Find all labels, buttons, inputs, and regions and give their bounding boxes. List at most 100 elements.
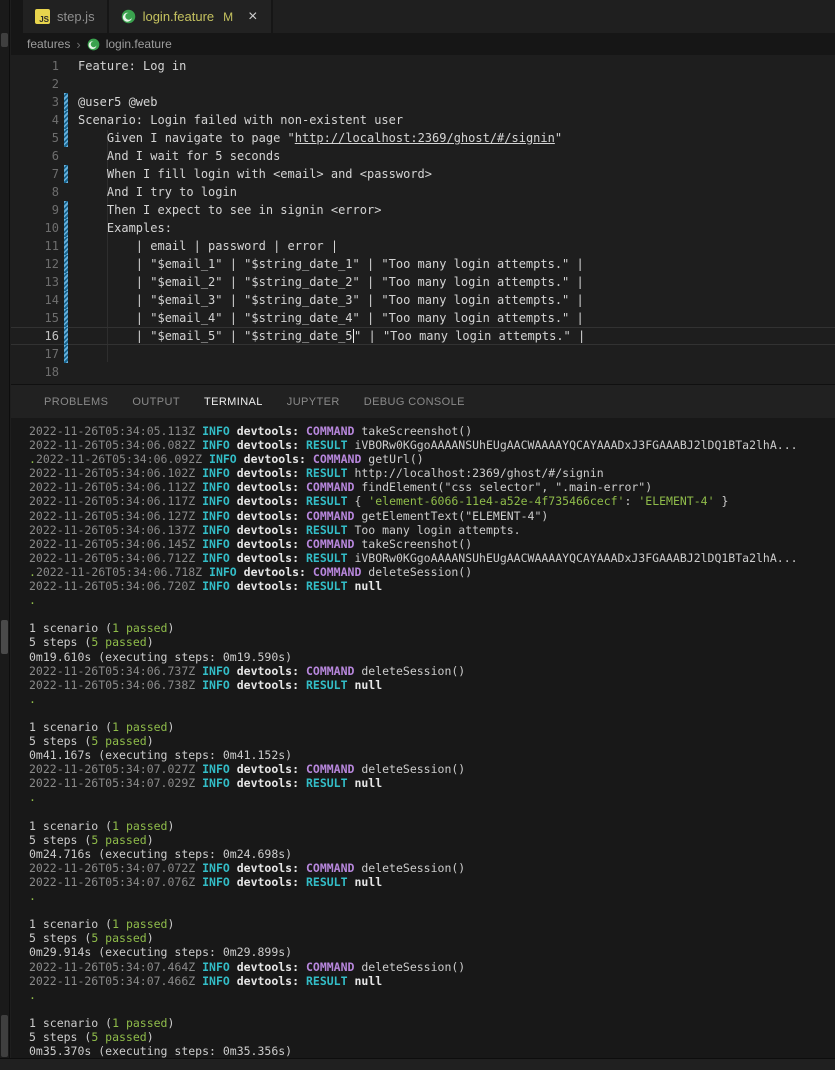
editor-line[interactable]: 4 Scenario: Login failed with non-existen…: [11, 111, 835, 129]
tab-label: login.feature: [142, 9, 215, 24]
editor-line[interactable]: 13 | "$email_2" | "$string_date_2" | "To…: [11, 273, 835, 291]
terminal-line: 1 scenario (1 passed): [29, 719, 175, 734]
editor-line[interactable]: 6 And I wait for 5 seconds: [11, 147, 835, 165]
terminal-rows: 2022-11-26T05:34:05.113Z INFO devtools: …: [29, 424, 835, 1058]
breadcrumb-folder[interactable]: features: [27, 37, 70, 51]
gutter-modified-indicator: [64, 201, 68, 219]
line-number: 2: [51, 77, 59, 91]
terminal-line: 5 steps (5 passed): [29, 734, 154, 749]
terminal-line: 0m19.610s (executing steps: 0m19.590s): [29, 649, 293, 664]
tab-login-feature[interactable]: login.feature M ×: [108, 0, 274, 33]
gutter-modified-indicator: [64, 309, 68, 327]
cucumber-icon: [121, 9, 135, 24]
line-number: 4: [51, 113, 59, 127]
code-text: And I try to login: [78, 185, 237, 199]
code-text: Scenario: Login failed with non-existent…: [78, 113, 404, 127]
gutter-modified-indicator: [64, 255, 68, 273]
panel-tab-strip: PROBLEMS OUTPUT TERMINAL JUPYTER DEBUG CONSO…: [11, 384, 835, 418]
code-text: And I wait for 5 seconds: [78, 149, 281, 163]
gutter-modified-indicator: [64, 327, 68, 345]
editor-line[interactable]: 1 Feature: Log in: [11, 57, 835, 75]
left-strip-block: [1, 33, 8, 47]
terminal-line: 2022-11-26T05:34:07.029Z INFO devtools: …: [29, 776, 383, 791]
editor-line[interactable]: 8 And I try to login: [11, 183, 835, 201]
terminal-line: 2022-11-26T05:34:06.082Z INFO devtools: …: [29, 438, 798, 453]
left-strip-scroll-thumb[interactable]: [1, 620, 8, 654]
tab-step-js[interactable]: JS step.js: [23, 0, 109, 33]
breadcrumb: features › login.feature: [11, 33, 835, 55]
panel-tab-debug-console[interactable]: DEBUG CONSOLE: [352, 385, 477, 418]
code-text: | "$email_5" | "$string_date_5 " | "Too m…: [78, 328, 586, 344]
editor-line[interactable]: 9 Then I expect to see in signin <error>: [11, 201, 835, 219]
code-text: | email | password | error |: [78, 239, 339, 253]
editor-lines: 1 Feature: Log in 2 3 @user5 @web 4 Scenario: …: [11, 57, 835, 381]
left-strip-scroll-thumb-2[interactable]: [1, 1015, 8, 1057]
editor-line[interactable]: 16 | "$email_5" | "$string_date_5 " | "To…: [11, 327, 835, 345]
panel-tab-problems[interactable]: PROBLEMS: [32, 385, 120, 418]
gutter-modified-indicator: [64, 57, 68, 75]
editor-line[interactable]: 17: [11, 345, 835, 363]
tab-label: step.js: [57, 9, 95, 24]
gutter-modified-indicator: [64, 363, 68, 381]
gutter-modified-indicator: [64, 129, 68, 147]
gutter-modified-indicator: [64, 93, 68, 111]
line-number: 13: [44, 275, 59, 289]
terminal-line: .: [29, 889, 36, 904]
terminal-line: 2022-11-26T05:34:07.027Z INFO devtools: …: [29, 762, 466, 777]
terminal-line: 2022-11-26T05:34:06.117Z INFO devtools: …: [29, 494, 729, 509]
code-text: Given I navigate to page "http://localho…: [78, 131, 563, 145]
tab-bar-lead-gap: [11, 0, 23, 33]
bottom-window-strip: [0, 1058, 835, 1070]
line-number: 3: [51, 95, 59, 109]
code-editor[interactable]: 1 Feature: Log in 2 3 @user5 @web 4 Scenario: …: [11, 55, 835, 384]
close-icon[interactable]: ×: [246, 8, 259, 25]
editor-line[interactable]: 12 | "$email_1" | "$string_date_1" | "To…: [11, 255, 835, 273]
code-text: | "$email_2" | "$string_date_2" | "Too m…: [78, 275, 584, 289]
gutter-modified-indicator: [64, 111, 68, 129]
code-text: @user5 @web: [78, 95, 158, 109]
terminal-line: 2022-11-26T05:34:07.466Z INFO devtools: …: [29, 973, 383, 988]
gutter-modified-indicator: [64, 345, 68, 363]
code-text: | "$email_3" | "$string_date_3" | "Too m…: [78, 293, 584, 307]
breadcrumb-file[interactable]: login.feature: [106, 37, 172, 51]
panel-tab-jupyter[interactable]: JUPYTER: [275, 385, 352, 418]
terminal-line: .: [29, 593, 36, 608]
line-number: 5: [51, 131, 59, 145]
terminal-line: 0m35.370s (executing steps: 0m35.356s): [29, 1044, 293, 1059]
panel-tab-output[interactable]: OUTPUT: [120, 385, 192, 418]
line-number: 16: [44, 329, 59, 343]
terminal-line: 2022-11-26T05:34:06.127Z INFO devtools: …: [29, 508, 549, 523]
terminal-output[interactable]: 2022-11-26T05:34:05.113Z INFO devtools: …: [11, 418, 835, 1058]
editor-tab-bar: JS step.js login.feature M ×: [11, 0, 835, 33]
terminal-line: 2022-11-26T05:34:06.112Z INFO devtools: …: [29, 480, 653, 495]
gutter-modified-indicator: [64, 273, 68, 291]
terminal-line: 0m41.167s (executing steps: 0m41.152s): [29, 748, 293, 763]
editor-line[interactable]: 11 | email | password | error |: [11, 237, 835, 255]
panel-tab-terminal[interactable]: TERMINAL: [192, 385, 275, 418]
gutter-modified-indicator: [64, 291, 68, 309]
terminal-line: 2022-11-26T05:34:05.113Z INFO devtools: …: [29, 424, 473, 438]
code-text: Then I expect to see in signin <error>: [78, 203, 382, 217]
git-modified-badge: M: [223, 9, 234, 24]
terminal-line: 2022-11-26T05:34:06.712Z INFO devtools: …: [29, 550, 798, 565]
editor-line[interactable]: 3 @user5 @web: [11, 93, 835, 111]
line-number: 7: [51, 167, 59, 181]
terminal-line: 5 steps (5 passed): [29, 832, 154, 847]
editor-line[interactable]: 5 Given I navigate to page "http://local…: [11, 129, 835, 147]
terminal-line: 0m29.914s (executing steps: 0m29.899s): [29, 945, 293, 960]
code-text: | "$email_1" | "$string_date_1" | "Too m…: [78, 257, 584, 271]
editor-line[interactable]: 2: [11, 75, 835, 93]
editor-line[interactable]: 10 Examples:: [11, 219, 835, 237]
editor-line[interactable]: 15 | "$email_4" | "$string_date_4" | "To…: [11, 309, 835, 327]
code-text: When I fill login with <email> and <pass…: [78, 167, 433, 181]
editor-line[interactable]: 18: [11, 363, 835, 381]
terminal-line: 1 scenario (1 passed): [29, 1015, 175, 1030]
terminal-line: 2022-11-26T05:34:07.072Z INFO devtools: …: [29, 860, 466, 875]
editor-line[interactable]: 14 | "$email_3" | "$string_date_3" | "To…: [11, 291, 835, 309]
editor-line[interactable]: 7 When I fill login with <email> and <pa…: [11, 165, 835, 183]
terminal-line: 2022-11-26T05:34:06.738Z INFO devtools: …: [29, 677, 383, 692]
